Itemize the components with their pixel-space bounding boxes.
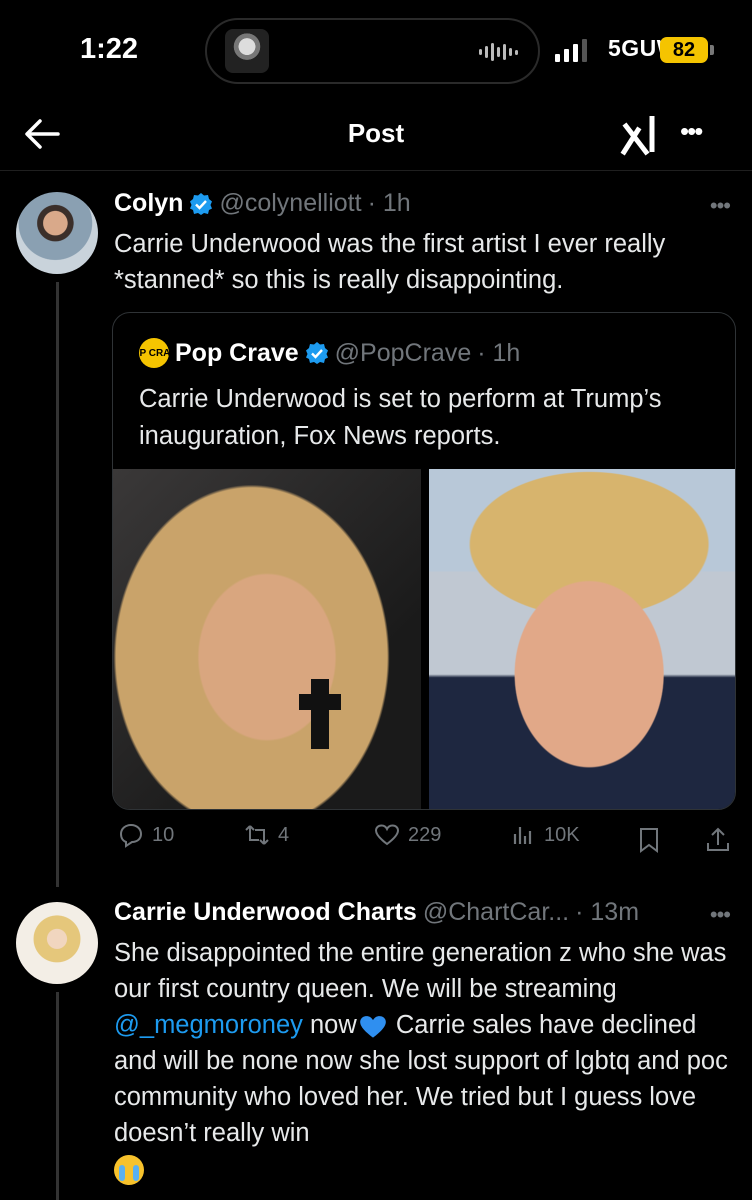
audio-waveform-icon [479, 42, 518, 62]
reply-text: She disappointed the entire generation z… [114, 935, 734, 1187]
popcrave-logo[interactable]: POP CRAVE [125, 338, 183, 368]
reply-text-part: now [302, 1011, 357, 1039]
author-handle[interactable]: @colynelliott [219, 189, 361, 218]
blue-heart-icon [359, 1016, 386, 1038]
post-action-bar: 10 4 229 10K [112, 822, 742, 862]
grok-icon[interactable] [618, 112, 662, 156]
battery-indicator: 82 [660, 37, 708, 63]
views-icon [513, 827, 532, 844]
reply-options-icon[interactable]: ••• [710, 902, 731, 928]
like-button[interactable]: 229 [374, 822, 441, 848]
battery-tip [710, 45, 714, 55]
heart-icon [374, 824, 400, 846]
avatar[interactable] [16, 192, 98, 274]
crying-face-icon [114, 1155, 144, 1186]
reply-author-name[interactable]: Carrie Underwood Charts [114, 898, 417, 927]
more-options-icon[interactable]: ••• [680, 116, 703, 147]
post-header: Post ••• [0, 100, 752, 171]
verified-badge-icon [305, 342, 328, 364]
reply-count: 10 [152, 823, 175, 846]
reply-meta: Carrie Underwood Charts @ChartCar... · 1… [114, 898, 639, 927]
quote-image-left[interactable] [113, 469, 421, 809]
repost-button[interactable]: 4 [244, 822, 289, 848]
quote-author-handle[interactable]: @PopCrave [335, 339, 472, 368]
quote-image-right[interactable] [429, 469, 735, 809]
dynamic-island[interactable] [205, 18, 540, 84]
quote-author-name[interactable]: Pop Crave [175, 339, 299, 368]
status-bar: 1:22 5GUW 82 [0, 0, 752, 100]
post-meta: Colyn @colynelliott · 1h [114, 189, 411, 218]
reply-author-handle[interactable]: @ChartCar... [423, 898, 569, 927]
view-count: 10K [544, 823, 580, 846]
repost-count: 4 [278, 823, 290, 846]
repost-icon [245, 825, 269, 845]
share-icon[interactable] [704, 826, 732, 854]
thread-line [56, 992, 59, 1200]
verified-badge-icon [190, 192, 213, 215]
cell-signal-icon [555, 38, 587, 62]
views-button[interactable]: 10K [510, 822, 580, 848]
quoted-post[interactable]: POP CRAVE Pop Crave @PopCrave · 1h Carri… [112, 312, 736, 810]
mention-link[interactable]: @_megmoroney [114, 1011, 303, 1039]
post-text: Carrie Underwood was the first artist I … [114, 230, 666, 294]
avatar[interactable] [16, 902, 98, 984]
reply-icon [119, 823, 143, 848]
reply-time: · 13m [575, 898, 640, 926]
quote-text: Carrie Underwood is set to perform at Tr… [139, 385, 662, 450]
post-options-icon[interactable]: ••• [710, 193, 731, 219]
reply-text-part: She disappointed the entire generation z… [114, 939, 727, 1003]
quote-meta: POP CRAVE Pop Crave @PopCrave · 1h [125, 338, 521, 368]
author-name[interactable]: Colyn [114, 189, 183, 218]
post-time: · 1h [367, 189, 411, 217]
thread-line [56, 282, 59, 887]
bookmark-icon[interactable] [636, 826, 662, 854]
now-playing-album-art[interactable] [225, 29, 269, 73]
quote-time: · 1h [477, 338, 521, 367]
status-time: 1:22 [80, 33, 139, 65]
like-count: 229 [408, 823, 442, 846]
reply-button[interactable]: 10 [118, 822, 174, 848]
